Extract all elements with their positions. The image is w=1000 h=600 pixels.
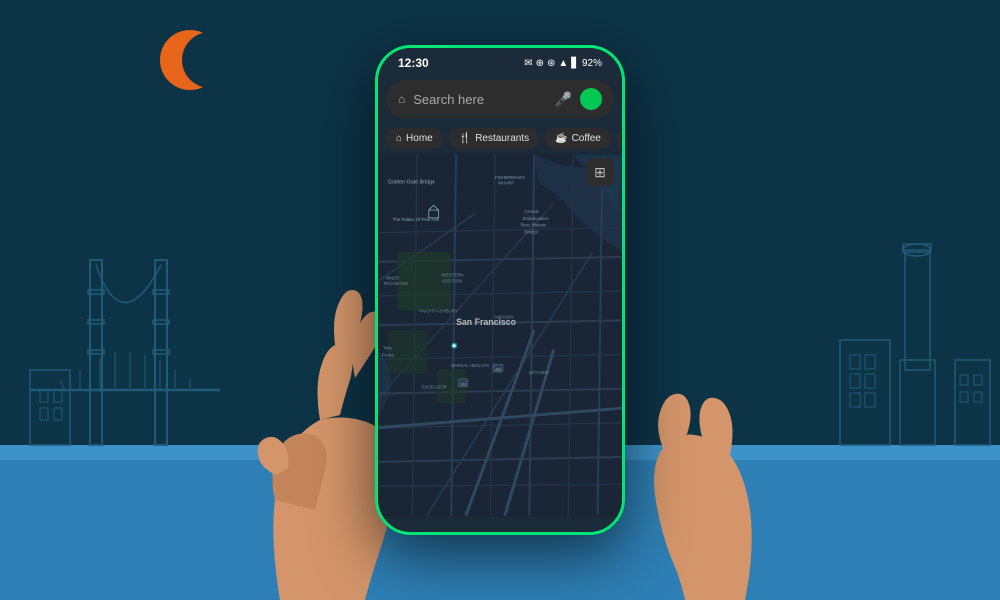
svg-text:BERNAL HEIGHTS: BERNAL HEIGHTS <box>451 363 489 368</box>
status-time: 12:30 <box>398 56 429 70</box>
svg-text:Piers Historic: Piers Historic <box>520 223 547 228</box>
svg-text:District: District <box>524 229 538 234</box>
svg-text:BAYVIEW: BAYVIEW <box>529 370 549 375</box>
layer-toggle-button[interactable]: ⊞ <box>586 158 614 186</box>
phone-screen: 12:30 ✉ ⊕ ⊛ ▲ ▋ 92% ⌂ Search here 🎤 <box>378 48 622 532</box>
chip-coffee[interactable]: ☕ Coffee <box>545 128 611 149</box>
svg-text:MISSION: MISSION <box>495 314 513 319</box>
hand-right <box>605 310 805 600</box>
moon <box>160 30 220 90</box>
search-icon: ⌂ <box>398 92 405 106</box>
chips-row: ⌂ Home 🍴 Restaurants ☕ Coffee 🍸 B… <box>378 124 622 153</box>
restaurant-icon: 🍴 <box>459 133 471 144</box>
battery-level: 92% <box>582 58 602 69</box>
layers-icon: ⊞ <box>594 164 606 181</box>
svg-text:Peaks: Peaks <box>382 352 395 357</box>
status-icons: ✉ ⊕ ⊛ ▲ ▋ 92% <box>524 58 602 69</box>
chip-home-label: Home <box>406 133 433 144</box>
svg-text:HAIGHT-ASHBURY: HAIGHT-ASHBURY <box>419 309 458 314</box>
mail-icon: ✉ <box>524 58 532 69</box>
vpn-icon: ⊛ <box>547 58 555 69</box>
svg-text:Central: Central <box>524 209 538 214</box>
svg-text:FISHERMAN'S: FISHERMAN'S <box>495 175 525 180</box>
coffee-icon: ☕ <box>555 133 567 144</box>
svg-text:DISTRICT: DISTRICT <box>493 321 513 326</box>
chip-restaurants[interactable]: 🍴 Restaurants <box>449 128 539 149</box>
mic-icon[interactable]: 🎤 <box>555 91 572 108</box>
search-placeholder: Search here <box>413 92 546 107</box>
location-icon: ⊕ <box>536 58 544 69</box>
chip-restaurants-label: Restaurants <box>475 133 529 144</box>
chip-home[interactable]: ⌂ Home <box>386 128 443 149</box>
search-bar[interactable]: ⌂ Search here 🎤 <box>386 80 614 118</box>
svg-text:280: 280 <box>495 367 502 372</box>
profile-avatar[interactable] <box>580 88 602 110</box>
map-area[interactable]: Golden Gate Bridge FISHERMAN'S WHARF The… <box>378 153 622 517</box>
svg-text:WESTERN: WESTERN <box>441 272 463 277</box>
svg-text:WHARF: WHARF <box>498 181 514 186</box>
svg-text:101: 101 <box>460 382 467 387</box>
signal-icon: ▋ <box>571 58 579 69</box>
svg-text:Embarcadero: Embarcadero <box>522 216 549 221</box>
phone-frame: 12:30 ✉ ⊕ ⊛ ▲ ▋ 92% ⌂ Search here 🎤 <box>375 45 625 535</box>
svg-text:Twin: Twin <box>383 346 393 351</box>
svg-text:INNER: INNER <box>386 275 400 280</box>
map-svg: Golden Gate Bridge FISHERMAN'S WHARF The… <box>378 153 622 517</box>
wifi-icon: ▲ <box>558 58 568 69</box>
chip-bars[interactable]: 🍸 B… <box>617 128 622 149</box>
phone: 12:30 ✉ ⊕ ⊛ ▲ ▋ 92% ⌂ Search here 🎤 <box>375 45 625 535</box>
chip-coffee-label: Coffee <box>572 133 601 144</box>
svg-text:EXCELSIOR: EXCELSIOR <box>422 385 447 390</box>
svg-text:RICHMOND: RICHMOND <box>384 281 408 286</box>
home-icon: ⌂ <box>396 133 402 144</box>
svg-text:ADDITION: ADDITION <box>441 278 462 283</box>
svg-text:Golden Gate Bridge: Golden Gate Bridge <box>388 180 435 186</box>
status-bar: 12:30 ✉ ⊕ ⊛ ▲ ▋ 92% <box>378 48 622 74</box>
